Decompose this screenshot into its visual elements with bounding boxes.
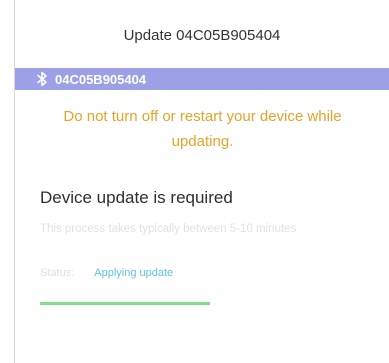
device-id: 04C05B905404 xyxy=(55,71,147,87)
bluetooth-icon xyxy=(35,71,49,87)
status-row: Status: Applying update xyxy=(40,267,173,279)
page-title: Update 04C05B905404 xyxy=(123,27,281,44)
update-required-heading: Device update is required xyxy=(40,188,233,207)
progress-fill xyxy=(40,302,210,305)
device-bar: 04C05B905404 xyxy=(15,68,389,90)
progress-bar xyxy=(40,302,210,305)
header: Update 04C05B905404 xyxy=(15,0,389,68)
status-label: Status: xyxy=(40,267,75,279)
status-value: Applying update xyxy=(94,267,174,279)
warning-message: Do not turn off or restart your device w… xyxy=(63,108,342,150)
update-duration-note: This process takes typically between 5-1… xyxy=(40,223,297,235)
